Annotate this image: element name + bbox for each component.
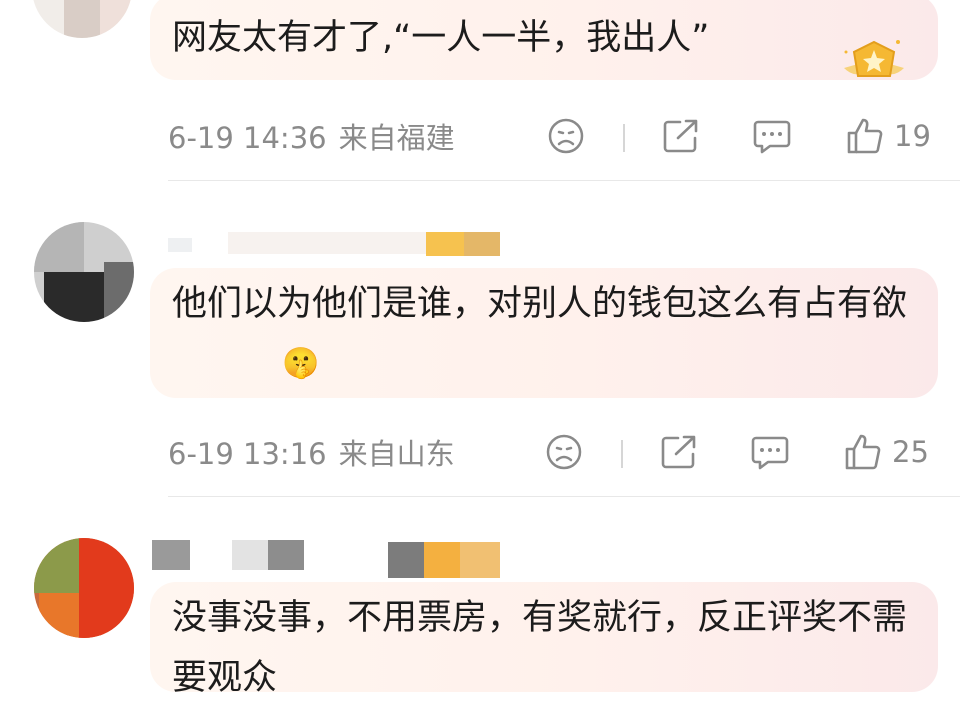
username-blurred <box>152 540 552 580</box>
comment-text: 没事没事，不用票房，有奖就行，反正评奖不需要观众 <box>172 598 908 698</box>
comment-item: 没事没事，不用票房，有奖就行，反正评奖不需要观众 <box>0 0 960 698</box>
comment-bubble: 没事没事，不用票房，有奖就行，反正评奖不需要观众 <box>150 582 938 698</box>
avatar[interactable] <box>34 538 134 638</box>
